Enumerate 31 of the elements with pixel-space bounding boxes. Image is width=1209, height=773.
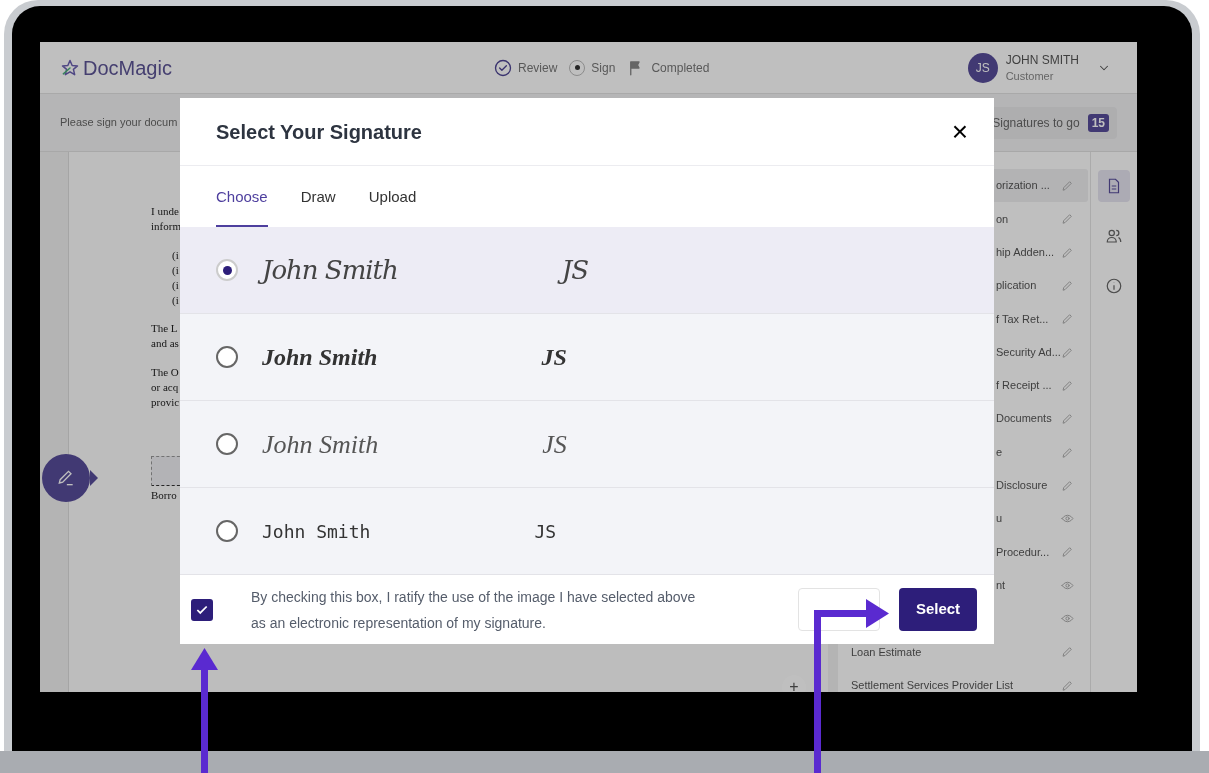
document-text: and as: [151, 336, 179, 351]
signature-initials: JS: [541, 428, 568, 461]
user-name: JOHN SMITH: [1005, 51, 1079, 68]
signature-initials: JS: [533, 519, 558, 544]
document-text: I unde: [151, 204, 179, 219]
signature-name: John Smith: [261, 428, 380, 461]
counter-badge: 15: [1087, 113, 1109, 132]
document-text: Borro: [151, 488, 177, 503]
document-text: The L: [151, 321, 178, 336]
step-label: Review: [518, 59, 558, 77]
document-text: (i: [172, 263, 179, 278]
dialog-title: Select Your Signature: [216, 119, 422, 145]
document-text: The O: [151, 365, 179, 380]
step-label: Sign: [591, 59, 616, 77]
signature-initials: JS: [559, 250, 591, 290]
document-text: or acq: [151, 380, 179, 395]
signature-initials: JS: [540, 343, 568, 372]
instruction-text: Please sign your docum: [60, 115, 178, 131]
step-label: Completed: [651, 59, 710, 77]
user-avatar: JS: [967, 52, 998, 83]
app-logo: DocMagic: [83, 55, 172, 81]
counter-label: Signatures to go: [992, 114, 1080, 132]
signature-name: John Smith: [261, 519, 372, 544]
consent-text: By checking this box, I ratify the use of the image I have selected above as an electronic representation of my signature.: [251, 587, 697, 633]
user-role: Customer: [1005, 68, 1055, 84]
document-text: provic: [151, 395, 180, 410]
signature-name: John Smith: [261, 343, 379, 372]
document-text: inform: [151, 219, 181, 234]
document-text: (i: [172, 278, 179, 293]
document-text: (i: [172, 293, 179, 308]
document-text: (i: [172, 248, 179, 263]
